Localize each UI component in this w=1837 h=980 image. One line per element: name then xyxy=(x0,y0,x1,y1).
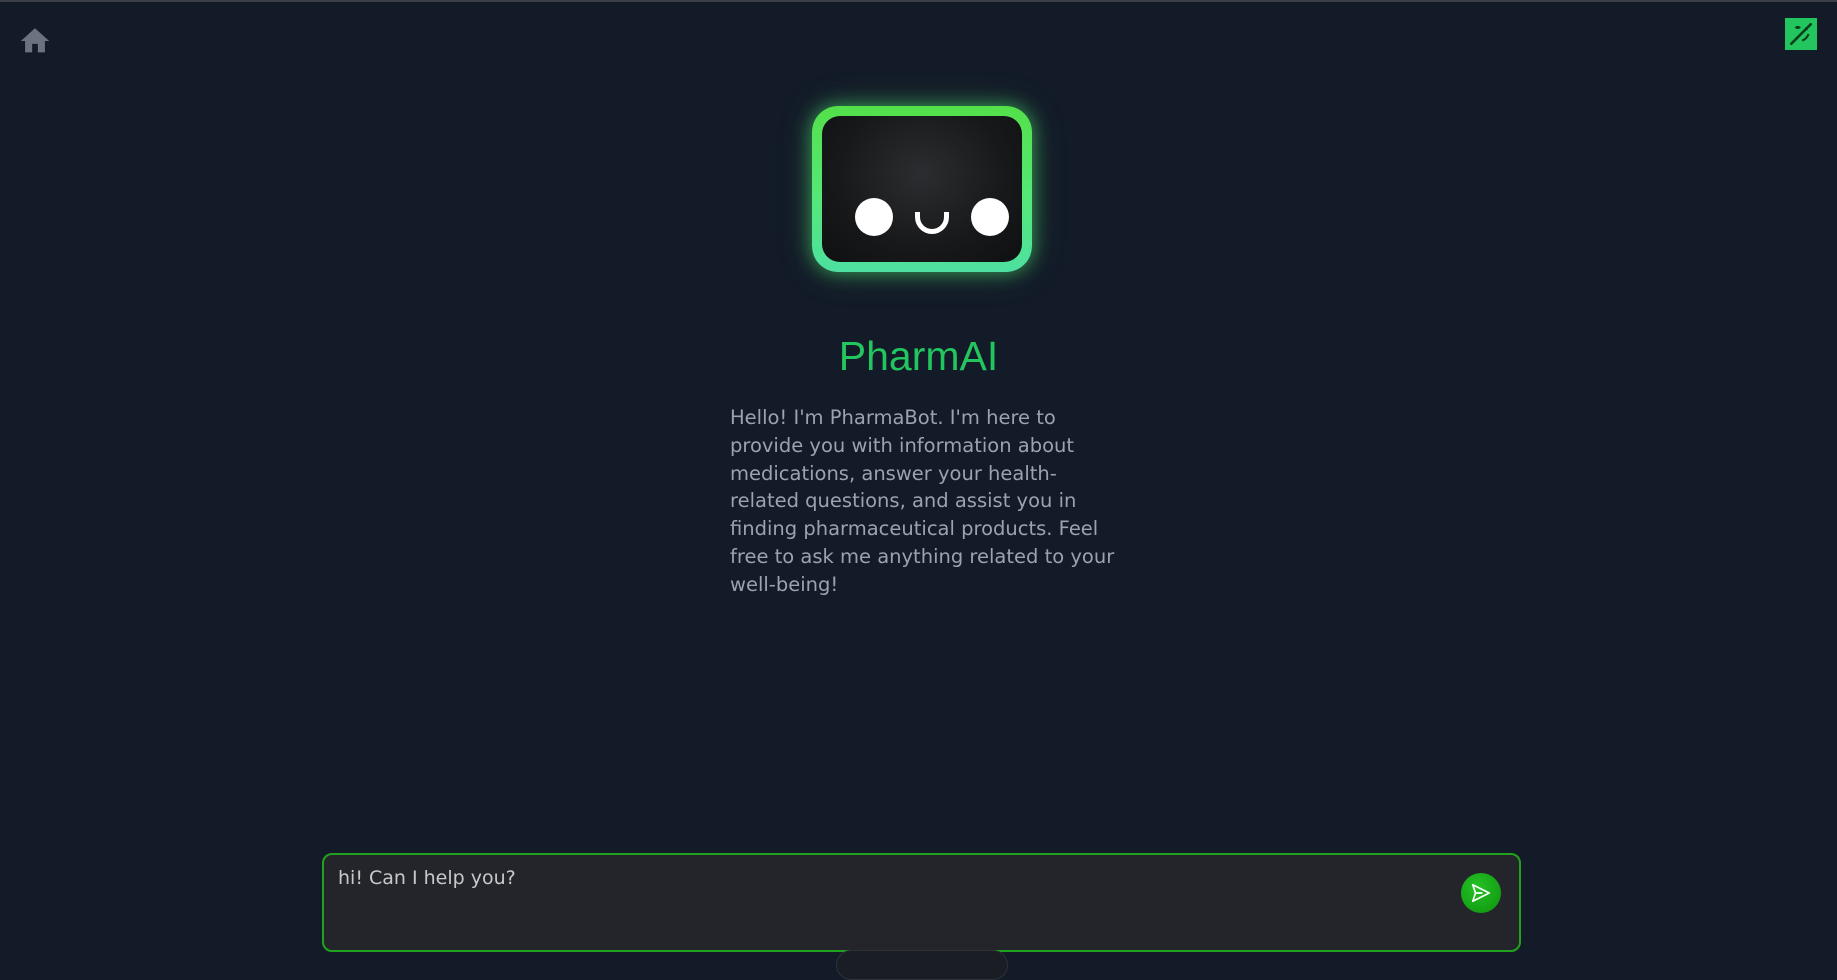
send-button[interactable] xyxy=(1461,873,1501,913)
chat-input[interactable] xyxy=(338,865,1438,941)
page-title: PharmAI xyxy=(838,333,999,379)
top-divider xyxy=(0,0,1837,2)
theme-toggle-button[interactable] xyxy=(1785,18,1817,50)
bot-smile xyxy=(915,212,949,234)
bottom-toolbar xyxy=(836,950,1008,980)
robot-face-icon xyxy=(822,116,1022,262)
bot-right-eye xyxy=(971,198,1009,236)
bot-avatar xyxy=(812,106,1032,272)
home-icon xyxy=(20,28,50,53)
theme-toggle-icon xyxy=(1789,22,1813,46)
chat-input-container xyxy=(322,853,1521,952)
bot-left-eye xyxy=(855,198,893,236)
send-icon xyxy=(1471,883,1491,903)
home-button[interactable] xyxy=(18,24,52,58)
bot-intro-message: Hello! I'm PharmaBot. I'm here to provid… xyxy=(730,406,1115,596)
